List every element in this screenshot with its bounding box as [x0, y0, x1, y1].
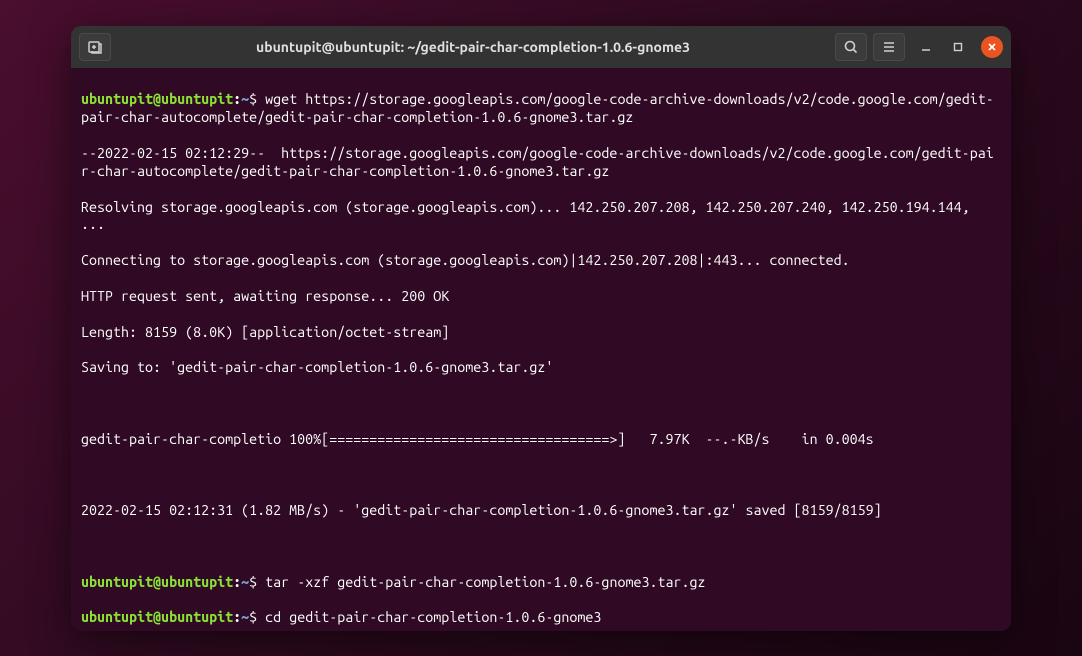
wget-line-resolving: Resolving storage.googleapis.com (storag…	[81, 199, 1001, 235]
terminal-output[interactable]: ubuntupit@ubuntupit:~$ wget https://stor…	[71, 68, 1011, 631]
wget-line-saving: Saving to: 'gedit-pair-char-completion-1…	[81, 359, 1001, 377]
command-tar: tar -xzf gedit-pair-char-completion-1.0.…	[265, 574, 705, 590]
wget-line-1: --2022-02-15 02:12:29-- https://storage.…	[81, 145, 1001, 181]
prompt-path: ~	[241, 91, 249, 107]
titlebar: ubuntupit@ubuntupit: ~/gedit-pair-char-c…	[71, 26, 1011, 68]
maximize-button[interactable]	[949, 38, 967, 56]
prompt-path: ~	[241, 609, 249, 625]
wget-line-http: HTTP request sent, awaiting response... …	[81, 288, 1001, 306]
search-button[interactable]	[835, 33, 867, 61]
terminal-window: ubuntupit@ubuntupit: ~/gedit-pair-char-c…	[71, 26, 1011, 631]
hamburger-menu-button[interactable]	[873, 33, 905, 61]
wget-done: 2022-02-15 02:12:31 (1.82 MB/s) - 'gedit…	[81, 502, 1001, 520]
prompt-user: ubuntupit@ubuntupit	[81, 609, 233, 625]
wget-line-length: Length: 8159 (8.0K) [application/octet-s…	[81, 324, 1001, 342]
new-tab-button[interactable]	[79, 33, 111, 61]
wget-line-connecting: Connecting to storage.googleapis.com (st…	[81, 252, 1001, 270]
window-title: ubuntupit@ubuntupit: ~/gedit-pair-char-c…	[117, 39, 829, 55]
wget-progress: gedit-pair-char-completio 100%[=========…	[81, 431, 1001, 449]
prompt-user: ubuntupit@ubuntupit	[81, 91, 233, 107]
window-controls	[911, 36, 1003, 58]
prompt-path: ~	[241, 574, 249, 590]
minimize-button[interactable]	[917, 38, 935, 56]
prompt-user: ubuntupit@ubuntupit	[81, 574, 233, 590]
command-cd: cd gedit-pair-char-completion-1.0.6-gnom…	[265, 609, 601, 625]
close-button[interactable]	[981, 36, 1003, 58]
